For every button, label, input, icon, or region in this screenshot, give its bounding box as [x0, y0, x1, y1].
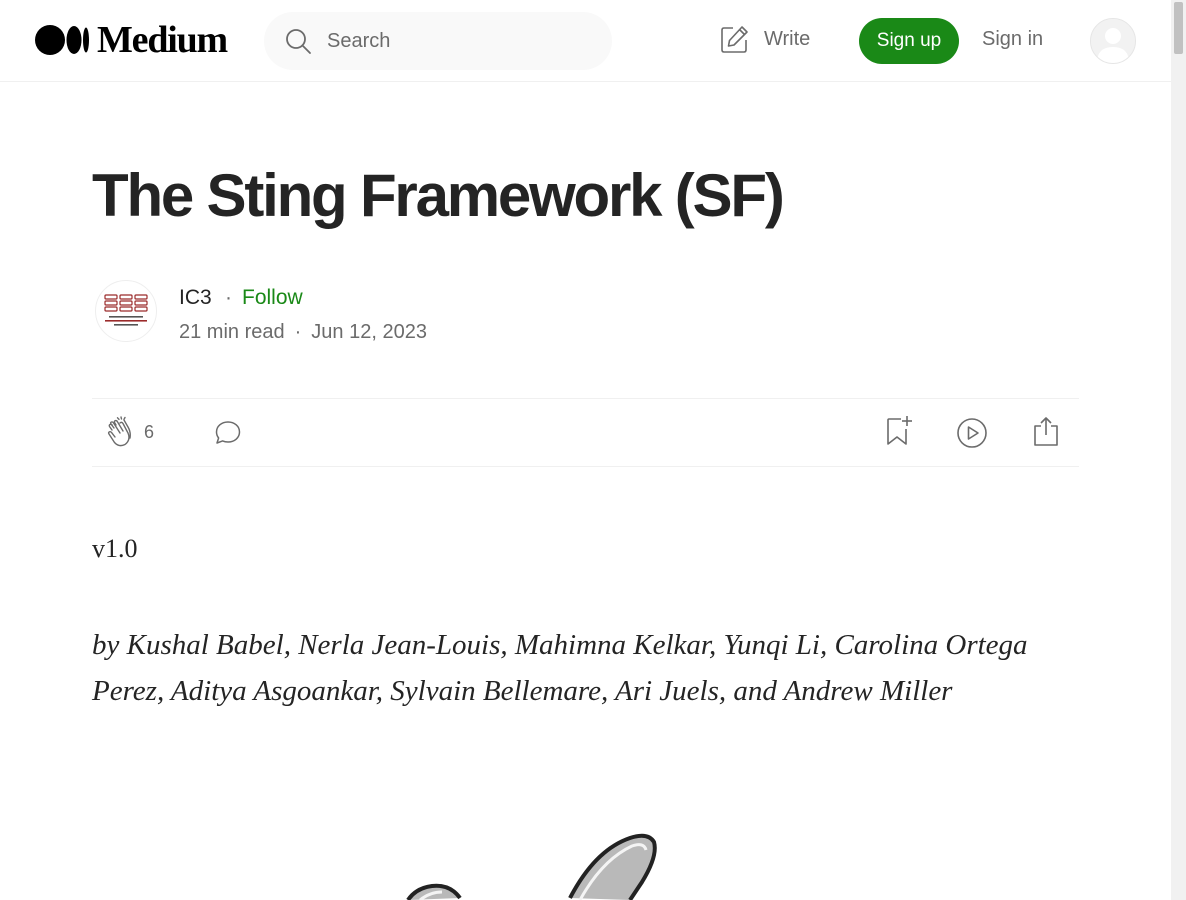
listen-button[interactable]: [956, 417, 988, 449]
sign-up-button[interactable]: Sign up: [859, 18, 959, 64]
article-action-bar: 6: [92, 398, 1079, 467]
author-separator: ·: [225, 286, 232, 309]
search-input[interactable]: [325, 28, 569, 54]
scrollbar-thumb[interactable]: [1174, 2, 1183, 54]
article-version: v1.0: [92, 534, 138, 563]
hero-illustration: [380, 820, 700, 900]
search-icon: [286, 29, 311, 54]
sign-in-link[interactable]: Sign in: [982, 28, 1043, 51]
page-scrollbar[interactable]: [1171, 0, 1186, 900]
author-name[interactable]: IC3: [179, 286, 212, 310]
read-time: 21 min read: [179, 321, 285, 343]
clap-button[interactable]: 6: [106, 416, 154, 448]
article-byline: by Kushal Babel, Nerla Jean-Louis, Mahim…: [92, 629, 1028, 707]
ic3-logo-icon: [104, 294, 148, 326]
author-avatar[interactable]: [95, 280, 157, 342]
brand-wordmark: Medium: [97, 19, 228, 61]
write-pencil-icon: [721, 26, 748, 53]
publish-date: Jun 12, 2023: [311, 321, 427, 343]
share-icon: [1034, 417, 1058, 446]
search-bar[interactable]: [264, 12, 612, 70]
top-nav: Medium Write Sign up Sign in: [0, 0, 1171, 82]
user-avatar-button[interactable]: [1090, 18, 1136, 64]
meta-separator: ·: [294, 321, 302, 343]
bookmark-add-icon: [887, 416, 912, 445]
user-avatar-icon: [1091, 19, 1135, 63]
write-label: Write: [764, 27, 811, 50]
bookmark-button[interactable]: [885, 415, 913, 447]
medium-logo[interactable]: Medium: [35, 19, 228, 61]
play-circle-icon: [957, 418, 987, 448]
stingray-illustration-icon: [406, 833, 657, 900]
clap-count: 6: [144, 421, 155, 442]
clap-icon: [107, 416, 131, 447]
comment-bubble-icon: [215, 421, 241, 444]
follow-button[interactable]: Follow: [242, 286, 303, 310]
article-title: The Sting Framework (SF): [92, 162, 785, 229]
medium-logo-icon: [35, 25, 89, 55]
write-button[interactable]: Write: [720, 24, 810, 54]
share-button[interactable]: [1032, 415, 1060, 447]
article-meta: 21 min read · Jun 12, 2023: [179, 321, 427, 344]
responses-button[interactable]: [214, 419, 242, 447]
